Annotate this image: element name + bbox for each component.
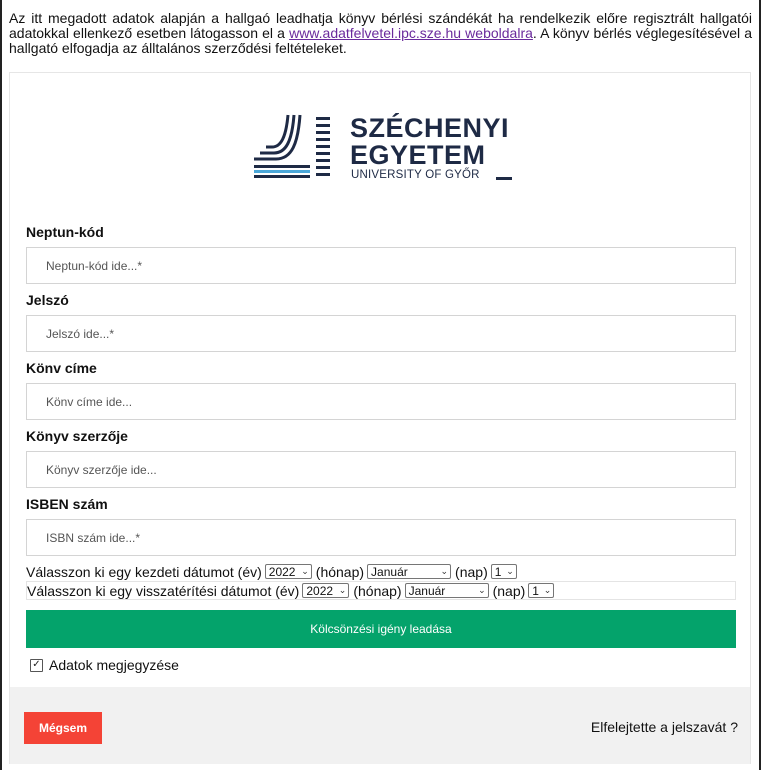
forgot-password-link[interactable]: Elfelejtette a jelszavát ? xyxy=(591,719,738,735)
start-date-prefix: Válasszon ki egy kezdeti dátumot (év) xyxy=(26,563,262,580)
password-input[interactable] xyxy=(26,315,736,352)
return-day-label: (nap) xyxy=(492,582,526,599)
intro-text: Az itt megadott adatok alapján a hallgaó… xyxy=(9,11,752,56)
chevron-down-icon: ⌄ xyxy=(338,585,347,595)
neptun-input[interactable] xyxy=(26,247,736,284)
start-day-select[interactable]: 1 ⌄ xyxy=(490,564,517,579)
return-date-row: Válasszon ki egy visszatérítési dátumot … xyxy=(26,581,736,600)
isbn-label: ISBEN szám xyxy=(26,496,108,512)
start-month-value: Január xyxy=(371,564,408,579)
return-month-label: (hónap) xyxy=(353,582,402,599)
submit-rental-button[interactable]: Kölcsönzési igény leadása xyxy=(26,610,736,648)
return-day-value: 1 xyxy=(532,583,539,598)
rental-form-card: SZÉCHENYI EGYETEM UNIVERSITY OF GYŐR Nep… xyxy=(9,72,751,764)
return-year-select[interactable]: 2022 ⌄ xyxy=(302,583,350,598)
start-month-select[interactable]: Január ⌄ xyxy=(367,564,452,579)
book-author-label: Könyv szerzője xyxy=(26,428,128,444)
form-footer: Mégsem Elfelejtette a jelszavát ? xyxy=(10,687,750,764)
chevron-down-icon: ⌄ xyxy=(478,585,486,595)
return-day-select[interactable]: 1 ⌄ xyxy=(528,583,555,598)
logo-wordmark: SZÉCHENYI EGYETEM xyxy=(350,115,509,169)
chevron-down-icon: ⌄ xyxy=(543,585,552,595)
chevron-down-icon: ⌄ xyxy=(506,566,514,576)
logo-accent-bar xyxy=(496,177,512,180)
logo-subtitle: UNIVERSITY OF GYŐR xyxy=(351,169,480,181)
remember-checkbox[interactable]: ✓ xyxy=(30,658,43,672)
window-frame-left xyxy=(0,0,2,770)
chevron-down-icon: ⌄ xyxy=(301,566,309,576)
remember-label: Adatok megjegyzése xyxy=(49,657,179,673)
start-date-row: Válasszon ki egy kezdeti dátumot (év) 20… xyxy=(26,562,736,581)
book-author-input[interactable] xyxy=(26,451,736,488)
logo-mark-icon xyxy=(254,114,330,178)
logo-line-2: EGYETEM xyxy=(350,140,486,170)
start-day-value: 1 xyxy=(494,564,502,579)
book-title-input[interactable] xyxy=(26,383,736,420)
start-year-select[interactable]: 2022 ⌄ xyxy=(264,564,312,579)
university-logo: SZÉCHENYI EGYETEM UNIVERSITY OF GYŐR xyxy=(254,113,514,183)
return-date-prefix: Válasszon ki egy visszatérítési dátumot … xyxy=(27,582,300,599)
logo-line-1: SZÉCHENYI xyxy=(350,113,510,143)
isbn-input[interactable] xyxy=(26,519,736,556)
registration-link[interactable]: www.adatfelvetel.ipc.sze.hu weboldalra xyxy=(289,25,533,41)
book-title-label: Könv címe xyxy=(26,360,97,376)
remember-me[interactable]: ✓ Adatok megjegyzése xyxy=(30,657,179,673)
chevron-down-icon: ⌄ xyxy=(440,566,449,576)
neptun-label: Neptun-kód xyxy=(26,224,104,240)
return-year-value: 2022 xyxy=(306,583,334,598)
start-year-value: 2022 xyxy=(268,564,296,579)
password-label: Jelszó xyxy=(26,292,69,308)
return-month-value: Január xyxy=(408,583,446,598)
cancel-button[interactable]: Mégsem xyxy=(24,712,102,744)
return-month-select[interactable]: Január ⌄ xyxy=(404,583,489,598)
start-day-label: (nap) xyxy=(455,563,488,580)
start-month-label: (hónap) xyxy=(315,563,365,580)
